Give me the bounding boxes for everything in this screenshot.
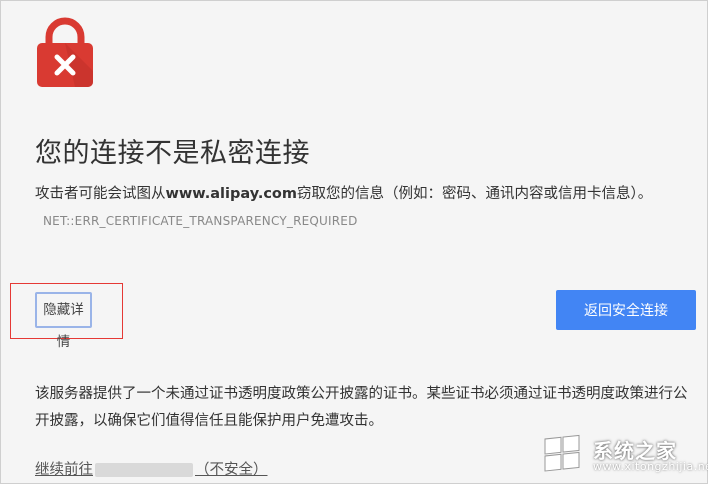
description-suffix: 窃取您的信息（例如：密码、通讯内容或信用卡信息）。 [297,186,653,202]
redacted-url [95,463,193,477]
watermark-url: www.xitongzhijia.net [593,460,708,473]
error-description: 攻击者可能会试图从www.alipay.com窃取您的信息（例如：密码、通讯内容… [35,181,695,235]
lock-error-icon [37,17,93,87]
proceed-suffix: （不安全） [195,462,268,478]
description-prefix: 攻击者可能会试图从 [35,186,166,202]
back-to-safety-button[interactable]: 返回安全连接 [556,290,696,330]
proceed-link[interactable]: 继续前往 （不安全） [35,458,268,479]
hide-details-button[interactable]: 隐藏详情 [35,292,92,350]
error-code: NET::ERR_CERTIFICATE_TRANSPARENCY_REQUIR… [43,214,358,228]
windows-logo-icon [544,434,580,472]
page-title: 您的连接不是私密连接 [35,138,310,169]
proceed-prefix: 继续前往 [35,462,93,478]
details-text: 该服务器提供了一个未通过证书透明度政策公开披露的证书。某些证书必须通过证书透明度… [35,386,688,429]
site-name: www.alipay.com [165,186,298,202]
interstitial-page: 您的连接不是私密连接 攻击者可能会试图从www.alipay.com窃取您的信息… [0,0,708,484]
watermark: 系统之家 www.xitongzhijia.net [539,431,708,477]
